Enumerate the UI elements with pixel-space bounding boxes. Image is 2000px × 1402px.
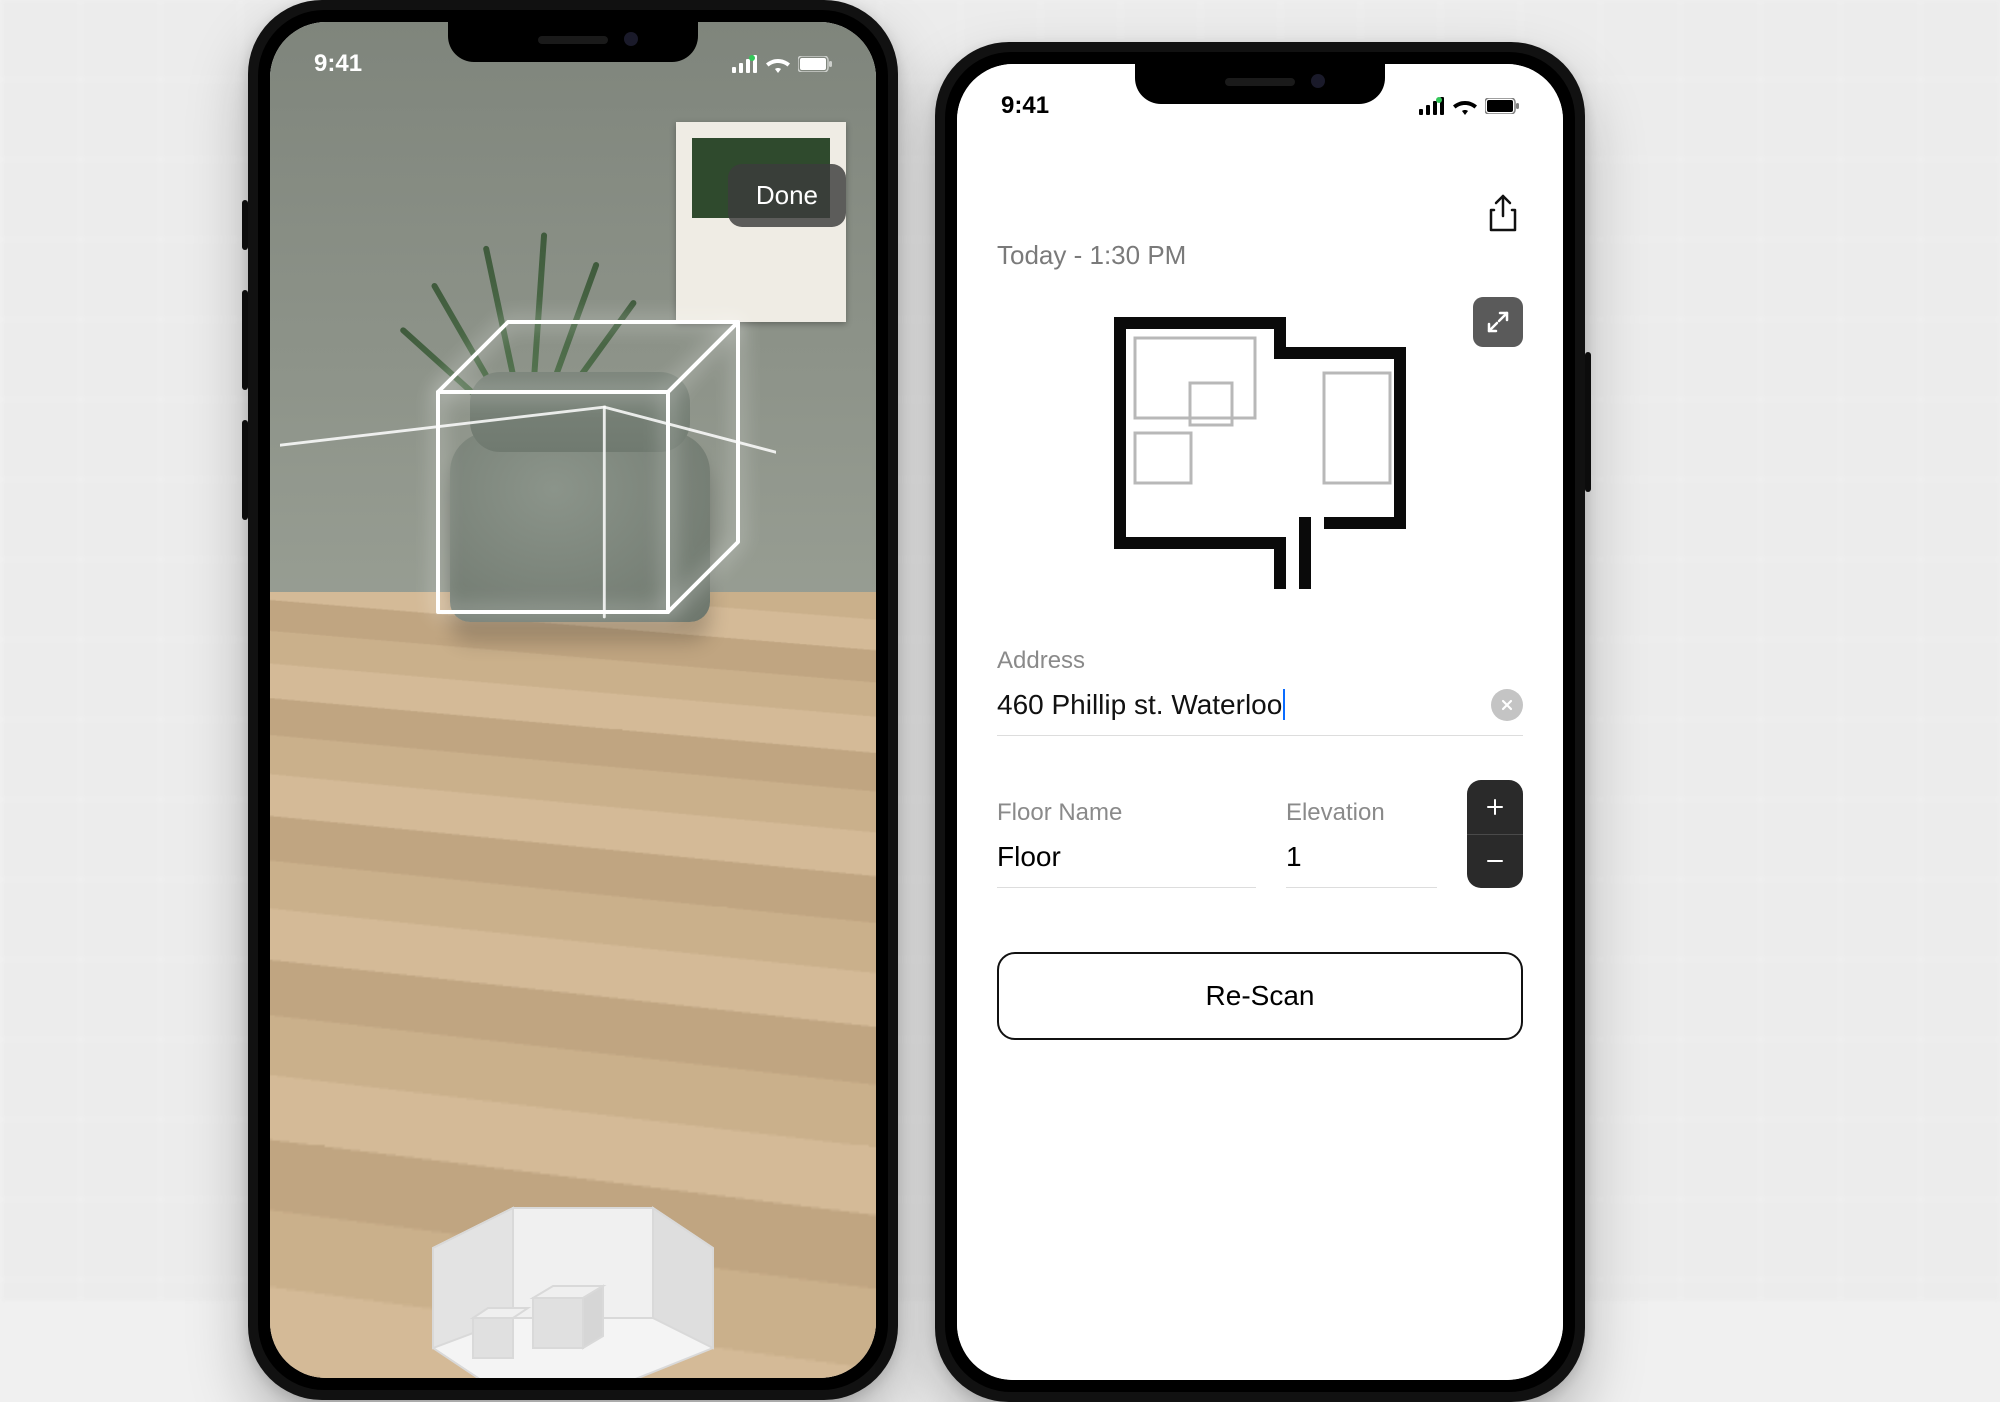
rescan-button[interactable]: Re-Scan: [997, 952, 1523, 1040]
phone-scan-detail: 9:41: [935, 42, 1585, 1402]
status-time: 9:41: [1001, 92, 1049, 120]
cellular-icon: [1419, 97, 1445, 115]
elevation-increment-button[interactable]: [1467, 780, 1523, 834]
clear-address-button[interactable]: [1491, 689, 1523, 721]
floor-name-input[interactable]: [997, 835, 1256, 888]
expand-button[interactable]: [1473, 297, 1523, 347]
battery-icon: [1485, 98, 1519, 114]
address-label: Address: [997, 647, 1523, 675]
elevation-label: Elevation: [1286, 799, 1437, 827]
ar-chair: [450, 432, 710, 622]
expand-icon: [1486, 310, 1510, 334]
volume-button: [242, 200, 248, 250]
volume-button: [242, 290, 248, 390]
floor-name-label: Floor Name: [997, 799, 1256, 827]
address-input[interactable]: 460 Phillip st. Waterloo: [997, 689, 1285, 721]
wifi-icon: [1453, 97, 1477, 115]
battery-icon: [798, 56, 832, 72]
side-button: [1585, 352, 1591, 492]
cellular-icon: [732, 55, 758, 73]
phone-ar-capture: 9:41 Done: [248, 0, 898, 1400]
floorplan-svg: [1080, 293, 1440, 593]
elevation-decrement-button[interactable]: [1467, 835, 1523, 889]
scan-detail-screen: Today - 1:30 PM: [957, 64, 1563, 1380]
share-icon: [1486, 194, 1520, 234]
status-icons: [1419, 97, 1519, 115]
scan-timestamp: Today - 1:30 PM: [997, 240, 1523, 271]
elevation-stepper: [1467, 780, 1523, 888]
status-bar: 9:41: [270, 44, 876, 84]
floorplan-preview[interactable]: [997, 293, 1523, 603]
minus-icon: [1484, 850, 1506, 872]
share-button[interactable]: [1483, 194, 1523, 234]
done-button[interactable]: Done: [728, 164, 846, 227]
plus-icon: [1484, 796, 1506, 818]
wifi-icon: [766, 55, 790, 73]
mini-3d-model-preview: [393, 1148, 753, 1378]
status-icons: [732, 55, 832, 73]
status-time: 9:41: [314, 50, 362, 78]
elevation-input[interactable]: [1286, 835, 1437, 888]
clear-icon: [1499, 697, 1515, 713]
status-bar: 9:41: [957, 86, 1563, 126]
volume-button: [242, 420, 248, 520]
